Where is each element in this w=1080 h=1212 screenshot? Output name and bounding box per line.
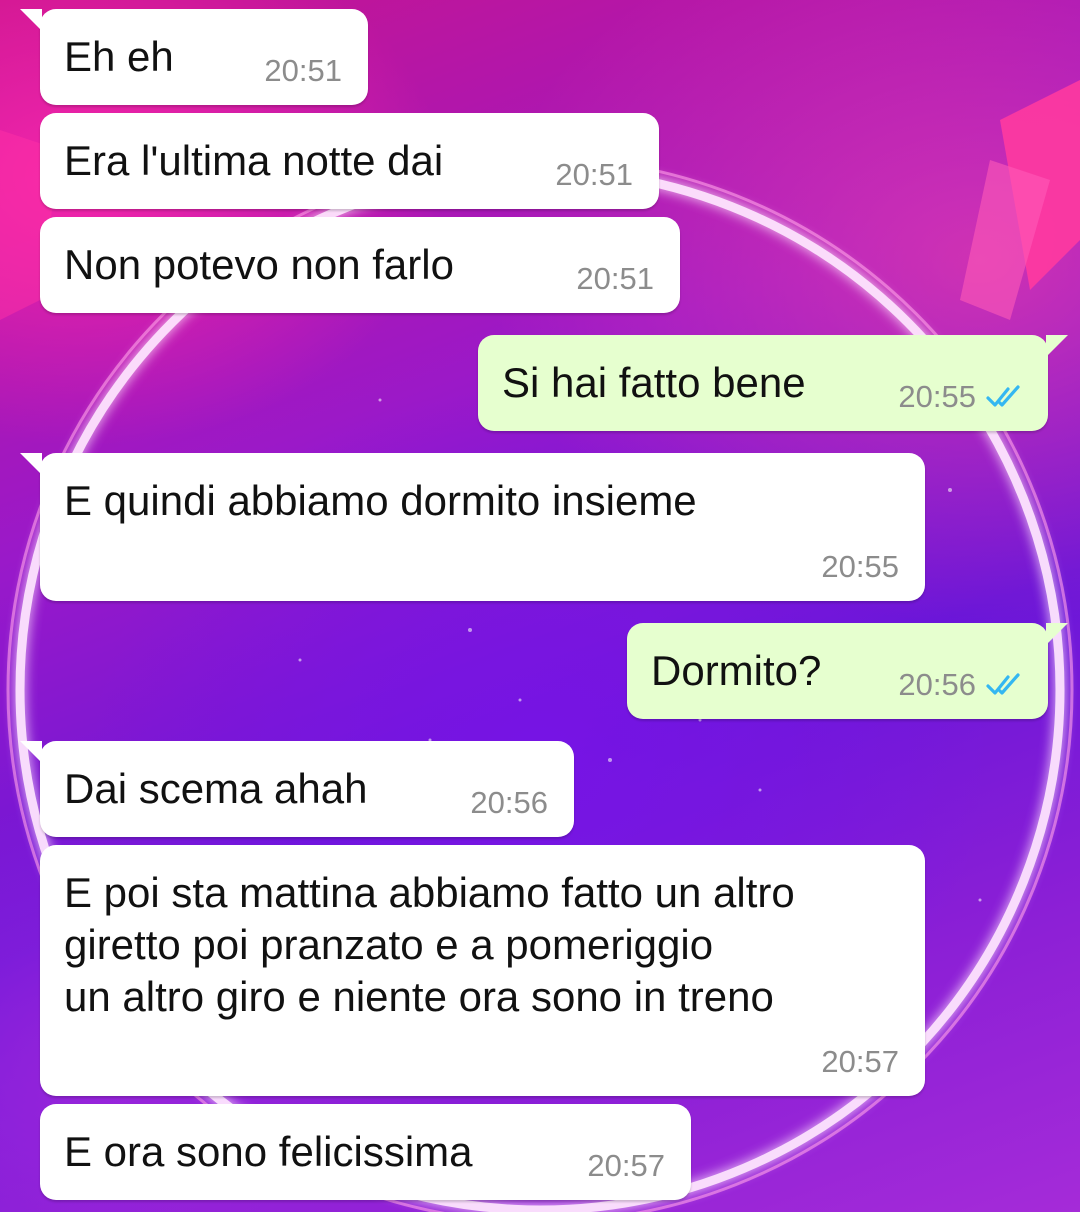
- message-text: Dormito?: [651, 647, 822, 694]
- message-text: Si hai fatto bene: [502, 359, 806, 406]
- bubble-tail: [20, 9, 42, 31]
- message-bubble-incoming[interactable]: Era l'ultima notte dai 20:51: [40, 113, 659, 209]
- message-bubble-incoming[interactable]: E quindi abbiamo dormito insieme 20:55: [20, 453, 925, 601]
- message-meta: 20:57: [587, 1148, 665, 1184]
- message-time: 20:56: [470, 785, 548, 820]
- message-text: Era l'ultima notte dai: [64, 137, 444, 184]
- message-bubble-incoming[interactable]: E poi sta mattina abbiamo fatto un altro…: [40, 845, 925, 1096]
- message-time: 20:57: [587, 1148, 665, 1183]
- message-bubble-incoming[interactable]: Dai scema ahah 20:56: [20, 741, 574, 837]
- message-bubble-outgoing[interactable]: Si hai fatto bene 20:55: [478, 335, 1068, 431]
- message-bubble-incoming[interactable]: Non potevo non farlo 20:51: [40, 217, 680, 313]
- message-text: E poi sta mattina abbiamo fatto un altro…: [64, 869, 795, 1020]
- message-time: 20:55: [898, 379, 976, 414]
- bubble-tail: [1046, 623, 1068, 645]
- message-meta: 20:55: [898, 379, 1026, 415]
- message-meta: 20:56: [898, 667, 1026, 703]
- message-time: 20:56: [898, 667, 976, 702]
- bubble-tail: [1046, 335, 1068, 357]
- message-meta: 20:55: [821, 549, 899, 585]
- message-bubble-incoming[interactable]: E ora sono felicissima 20:57: [40, 1104, 691, 1200]
- message-meta: 20:56: [470, 785, 548, 821]
- message-meta: 20:51: [576, 261, 654, 297]
- message-bubble-incoming[interactable]: Eh eh 20:51: [20, 9, 368, 105]
- read-double-check-icon: [986, 672, 1026, 698]
- message-time: 20:51: [576, 261, 654, 296]
- message-text: E quindi abbiamo dormito insieme: [64, 477, 697, 524]
- message-meta: 20:51: [264, 53, 342, 89]
- message-meta: 20:57: [821, 1044, 899, 1080]
- message-text: E ora sono felicissima: [64, 1128, 473, 1175]
- message-time: 20:51: [555, 157, 633, 192]
- message-text: Non potevo non farlo: [64, 241, 454, 288]
- read-double-check-icon: [986, 384, 1026, 410]
- message-meta: 20:51: [555, 157, 633, 193]
- bubble-tail: [20, 741, 42, 763]
- bubble-tail: [20, 453, 42, 475]
- message-time: 20:51: [264, 53, 342, 88]
- message-text: Dai scema ahah: [64, 765, 368, 812]
- message-text: Eh eh: [64, 33, 174, 80]
- message-time: 20:55: [821, 549, 899, 584]
- message-time: 20:57: [821, 1044, 899, 1079]
- message-bubble-outgoing[interactable]: Dormito? 20:56: [627, 623, 1068, 719]
- message-list[interactable]: Eh eh 20:51 Era l'ultima notte dai 20:51…: [0, 0, 1080, 1212]
